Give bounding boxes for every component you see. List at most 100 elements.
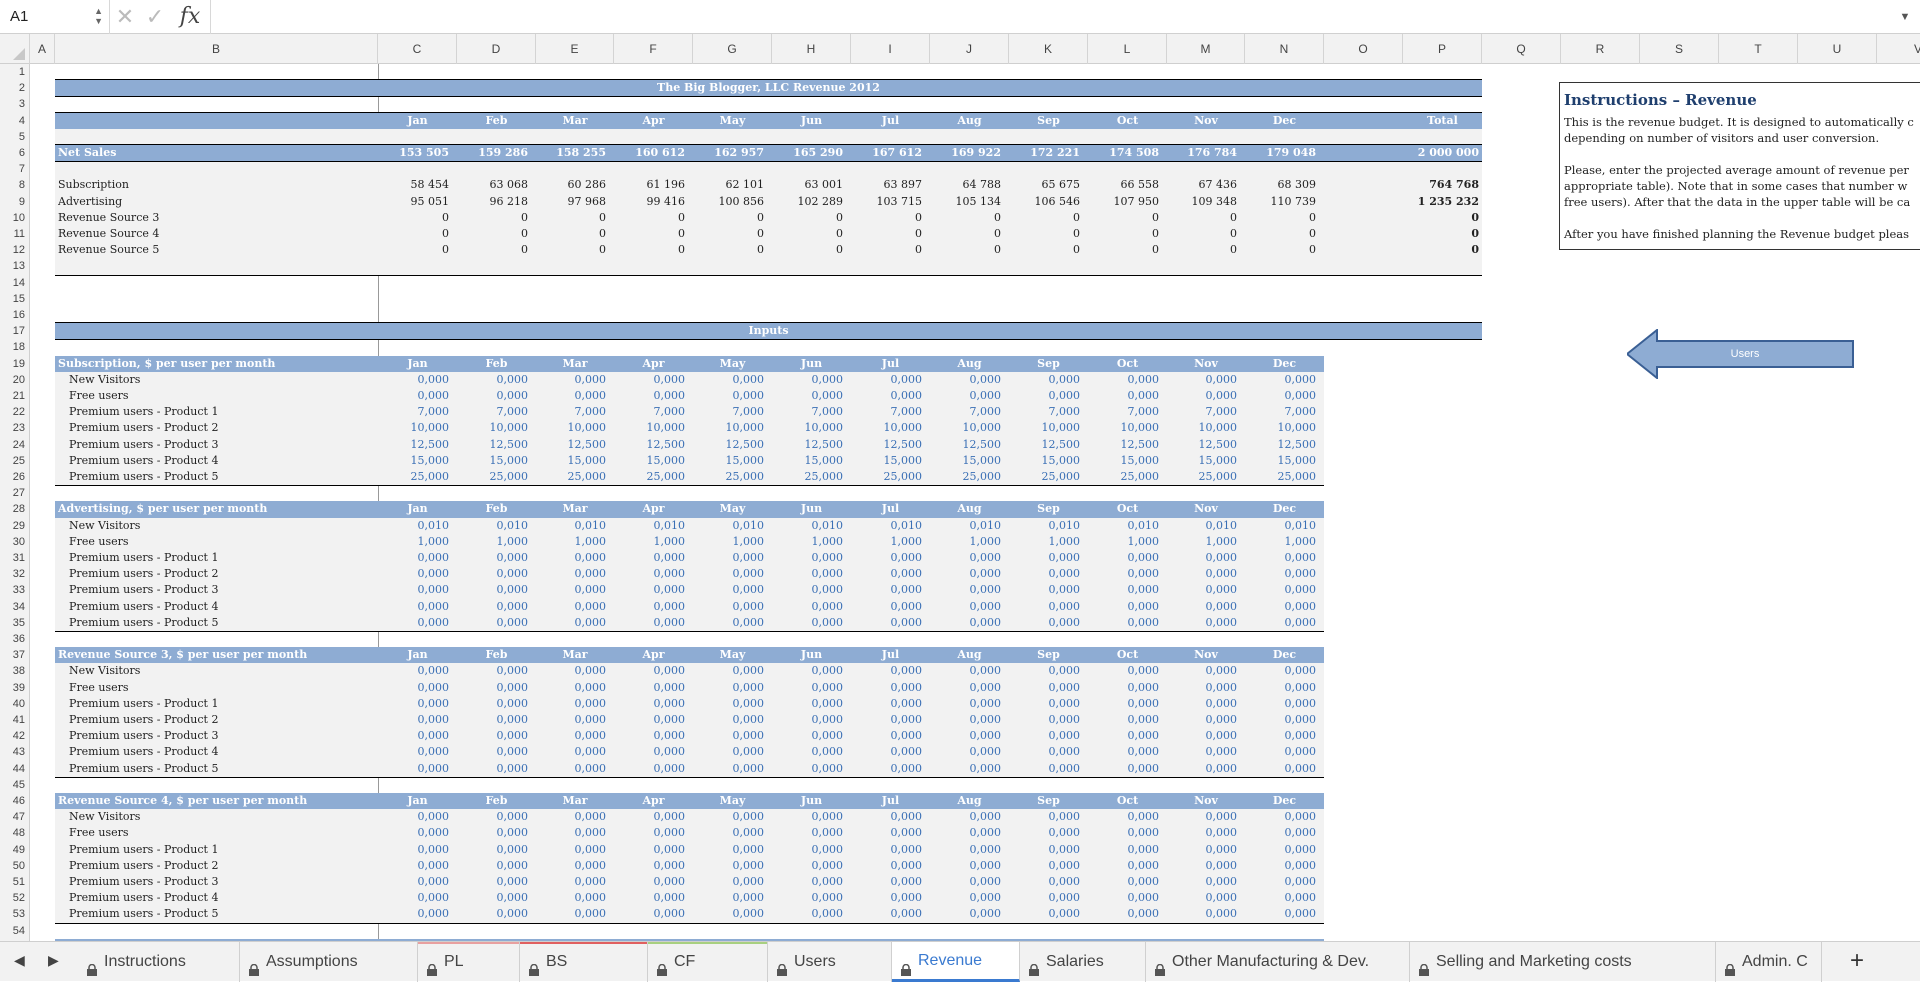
input-value-cell[interactable]: 0,000 [378,680,450,696]
input-value-cell[interactable]: 0,000 [930,566,1002,582]
input-value-cell[interactable]: 0,000 [614,858,686,874]
row-header[interactable]: 28 [0,501,29,517]
input-value-cell[interactable]: 0,000 [1167,388,1238,404]
row-header[interactable]: 43 [0,744,29,760]
column-header-q[interactable]: Q [1482,34,1561,64]
input-value-cell[interactable]: 0,000 [457,663,529,679]
input-value-cell[interactable]: 0,000 [1167,582,1238,598]
input-value-cell[interactable]: 0,000 [1245,874,1317,890]
input-value-cell[interactable]: 12,500 [772,437,844,453]
row-header[interactable]: 23 [0,420,29,436]
input-value-cell[interactable]: 0,000 [1009,582,1081,598]
input-value-cell[interactable]: 0,000 [1167,712,1238,728]
input-value-cell[interactable]: 0,000 [772,728,844,744]
input-value-cell[interactable]: 0,000 [1088,825,1160,841]
input-value-cell[interactable]: 0,000 [378,728,450,744]
input-value-cell[interactable]: 0,000 [693,615,765,631]
input-value-cell[interactable]: 0,000 [772,825,844,841]
input-value-cell[interactable]: 0,000 [693,663,765,679]
input-value-cell[interactable]: 7,000 [1167,404,1238,420]
input-value-cell[interactable]: 0,000 [457,874,529,890]
input-value-cell[interactable]: 0,000 [614,728,686,744]
input-value-cell[interactable]: 0,000 [536,615,607,631]
input-value-cell[interactable]: 1,000 [378,534,450,550]
sheet-tab-pl[interactable]: PL [418,942,520,982]
function-icon[interactable]: fx [170,4,210,29]
input-value-cell[interactable]: 1,000 [693,534,765,550]
input-value-cell[interactable]: 0,000 [536,809,607,825]
input-value-cell[interactable]: 0,000 [457,712,529,728]
input-value-cell[interactable]: 0,000 [930,696,1002,712]
input-value-cell[interactable]: 0,000 [1167,663,1238,679]
input-value-cell[interactable]: 0,000 [1167,680,1238,696]
input-value-cell[interactable]: 0,000 [378,615,450,631]
row-header[interactable]: 29 [0,518,29,534]
input-value-cell[interactable]: 0,000 [1245,388,1317,404]
input-value-cell[interactable]: 10,000 [536,420,607,436]
input-value-cell[interactable]: 15,000 [1088,453,1160,469]
input-value-cell[interactable]: 10,000 [930,420,1002,436]
input-value-cell[interactable]: 0,000 [1167,566,1238,582]
input-value-cell[interactable]: 0,000 [693,550,765,566]
input-value-cell[interactable]: 0,000 [536,582,607,598]
input-value-cell[interactable]: 25,000 [457,469,529,485]
input-value-cell[interactable]: 0,000 [614,566,686,582]
input-value-cell[interactable]: 0,000 [1245,761,1317,777]
row-header[interactable]: 54 [0,923,29,939]
input-value-cell[interactable]: 0,000 [851,825,923,841]
input-value-cell[interactable]: 0,000 [693,906,765,922]
input-value-cell[interactable]: 0,000 [536,599,607,615]
input-value-cell[interactable]: 0,000 [536,372,607,388]
input-value-cell[interactable]: 0,000 [693,712,765,728]
input-value-cell[interactable]: 15,000 [614,453,686,469]
row-header[interactable]: 35 [0,615,29,631]
input-value-cell[interactable]: 0,000 [536,744,607,760]
input-value-cell[interactable]: 0,000 [1009,696,1081,712]
row-header[interactable]: 12 [0,242,29,258]
input-value-cell[interactable]: 0,000 [693,809,765,825]
input-value-cell[interactable]: 0,000 [457,761,529,777]
input-value-cell[interactable]: 0,000 [1245,728,1317,744]
input-value-cell[interactable]: 0,000 [930,663,1002,679]
input-value-cell[interactable]: 0,000 [1009,874,1081,890]
input-value-cell[interactable]: 0,000 [1009,615,1081,631]
input-value-cell[interactable]: 0,000 [772,744,844,760]
input-value-cell[interactable]: 12,500 [1088,437,1160,453]
input-value-cell[interactable]: 0,000 [1088,874,1160,890]
input-value-cell[interactable]: 0,000 [378,890,450,906]
input-value-cell[interactable]: 0,000 [378,825,450,841]
input-value-cell[interactable]: 15,000 [457,453,529,469]
input-value-cell[interactable]: 0,000 [772,663,844,679]
input-value-cell[interactable]: 0,000 [772,874,844,890]
input-value-cell[interactable]: 0,000 [1088,906,1160,922]
input-value-cell[interactable]: 0,000 [1088,696,1160,712]
input-value-cell[interactable]: 0,000 [772,761,844,777]
input-value-cell[interactable]: 0,000 [1167,906,1238,922]
input-value-cell[interactable]: 0,000 [851,906,923,922]
input-value-cell[interactable]: 0,000 [930,825,1002,841]
input-value-cell[interactable]: 0,000 [1245,582,1317,598]
row-header[interactable]: 51 [0,874,29,890]
input-value-cell[interactable]: 12,500 [614,437,686,453]
input-value-cell[interactable]: 0,000 [772,582,844,598]
input-value-cell[interactable]: 0,000 [930,372,1002,388]
input-value-cell[interactable]: 0,000 [1167,809,1238,825]
column-header-m[interactable]: M [1167,34,1245,64]
row-header[interactable]: 53 [0,906,29,922]
input-value-cell[interactable]: 0,010 [1009,518,1081,534]
input-value-cell[interactable]: 0,000 [457,550,529,566]
input-value-cell[interactable]: 0,000 [1009,599,1081,615]
input-value-cell[interactable]: 0,000 [851,809,923,825]
row-header[interactable]: 49 [0,842,29,858]
input-value-cell[interactable]: 0,000 [378,744,450,760]
input-value-cell[interactable]: 0,000 [693,890,765,906]
input-value-cell[interactable]: 0,000 [772,906,844,922]
input-value-cell[interactable]: 0,000 [457,825,529,841]
cancel-icon[interactable]: ✕ [110,4,140,30]
input-value-cell[interactable]: 0,000 [851,696,923,712]
input-value-cell[interactable]: 0,000 [693,874,765,890]
input-value-cell[interactable]: 0,000 [457,680,529,696]
input-value-cell[interactable]: 0,000 [614,825,686,841]
column-header-c[interactable]: C [378,34,457,64]
row-header[interactable]: 3 [0,96,29,112]
